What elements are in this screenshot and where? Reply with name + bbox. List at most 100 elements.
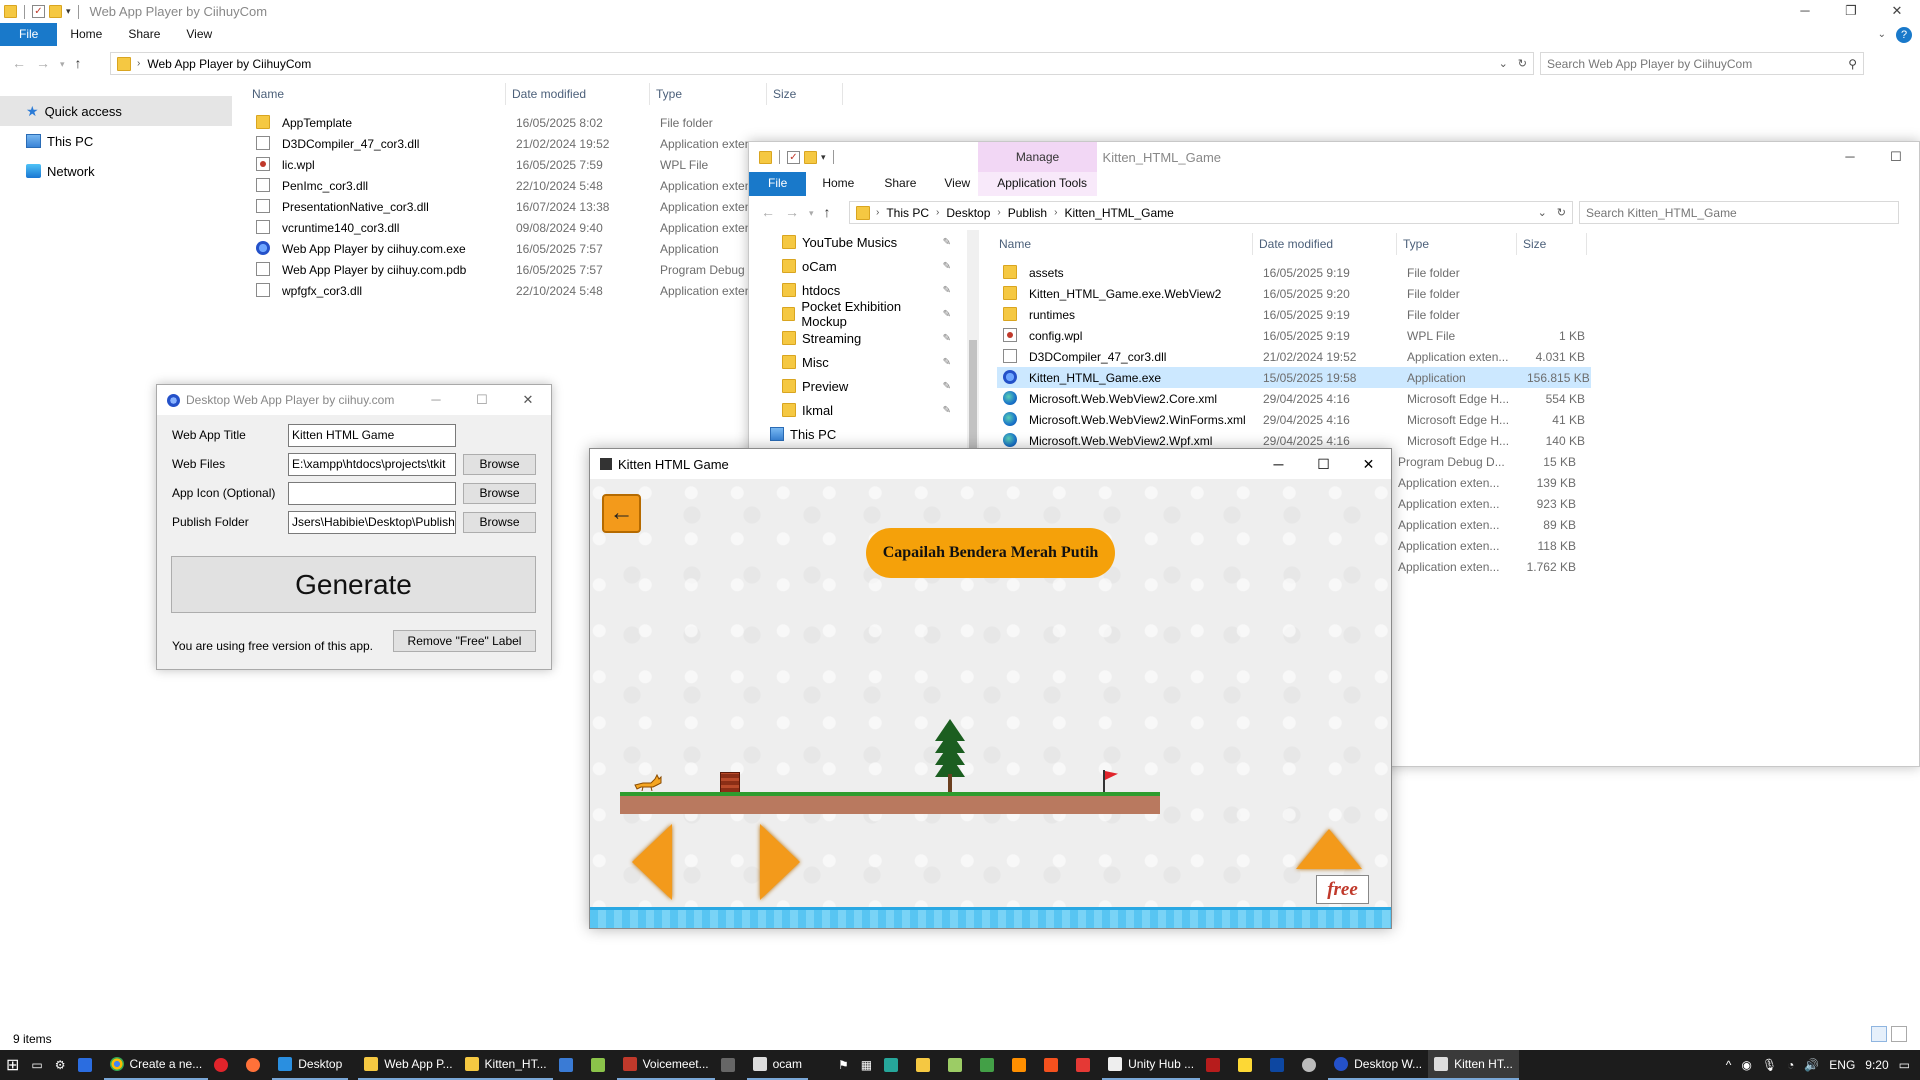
sidebar-item-network[interactable]: Network	[0, 156, 232, 186]
close-icon[interactable]: ✕	[1346, 449, 1391, 479]
close-icon[interactable]: ✕	[1874, 0, 1920, 23]
file-row[interactable]: Microsoft.Web.WebView2.Core.xml 29/04/202…	[997, 388, 1591, 409]
chevron-down-icon[interactable]: ⌄	[1499, 57, 1508, 70]
taskbar-item-kitten-folder[interactable]: Kitten_HT...	[458, 1050, 553, 1080]
search-app-icon[interactable]	[72, 1050, 104, 1080]
refresh-icon[interactable]: ↻	[1557, 206, 1566, 219]
files-icon[interactable]	[910, 1050, 942, 1080]
taskbar-item-ocam[interactable]: ocam	[746, 1050, 808, 1080]
large-icons-view-icon[interactable]	[1891, 1026, 1907, 1042]
file-row[interactable]: Program Debug D... 15 KB	[1392, 451, 1582, 472]
column-type[interactable]: Type	[650, 83, 767, 105]
pin-icon[interactable]: ✎	[943, 285, 951, 296]
jump-arrow-icon[interactable]	[1296, 829, 1362, 869]
photoshop-icon[interactable]	[1264, 1050, 1296, 1080]
tab-application-tools[interactable]: Application Tools	[984, 172, 1100, 196]
pin-icon[interactable]: ✎	[943, 405, 951, 416]
file-row[interactable]: D3DCompiler_47_cor3.dll 21/02/2024 19:52 A…	[997, 346, 1591, 367]
column-date[interactable]: Date modified	[1253, 233, 1397, 255]
recent-icon[interactable]: ▾	[809, 204, 814, 222]
minimize-icon[interactable]: ─	[1256, 449, 1301, 479]
file-row[interactable]: AppTemplate 16/05/2025 8:02 File folder	[250, 112, 847, 133]
column-type[interactable]: Type	[1397, 233, 1517, 255]
column-name[interactable]: Name	[246, 83, 506, 105]
start-windows-icon[interactable]: ⊞	[0, 1050, 25, 1080]
column-size[interactable]: Size	[767, 83, 843, 105]
search-input[interactable]: Search Kitten_HTML_Game	[1586, 206, 1737, 220]
tree-item[interactable]: Misc ✎	[749, 350, 967, 374]
minimize-icon[interactable]: ─	[1782, 0, 1828, 23]
column-name[interactable]: Name	[993, 233, 1253, 255]
maps-pin-icon[interactable]: ⚑	[832, 1050, 855, 1080]
firefox-icon[interactable]	[240, 1050, 272, 1080]
properties-icon[interactable]: ✓	[32, 5, 45, 18]
file-row[interactable]: runtimes 16/05/2025 9:19 File folder	[997, 304, 1591, 325]
file-row[interactable]: Application exten... 139 KB	[1392, 472, 1582, 493]
tree-item[interactable]: Pocket Exhibition Mockup ✎	[749, 299, 967, 329]
tab-file[interactable]: File	[0, 23, 58, 46]
remove-free-label-button[interactable]: Remove "Free" Label	[393, 630, 536, 652]
settings-gear-icon[interactable]: ⚙	[49, 1050, 72, 1080]
properties-icon[interactable]: ✓	[787, 150, 800, 164]
new-folder-icon[interactable]	[49, 5, 62, 18]
scrollbar-thumb[interactable]	[969, 340, 977, 460]
refresh-icon[interactable]: ↻	[1518, 57, 1527, 70]
qat-dropdown-icon[interactable]: ▾	[821, 152, 826, 163]
game-canvas[interactable]: ← Capailah Bendera Merah Putih free	[590, 479, 1391, 928]
app-icon[interactable]	[585, 1050, 617, 1080]
maximize-icon[interactable]: ❐	[1828, 0, 1874, 23]
file-row[interactable]: Application exten... 1.762 KB	[1392, 556, 1582, 577]
tree-item[interactable]: Streaming ✎	[749, 326, 967, 350]
tree-item[interactable]: oCam ✎	[749, 254, 967, 278]
back-icon[interactable]: ←	[761, 204, 775, 222]
move-right-arrow-icon[interactable]	[760, 824, 800, 900]
pin-icon[interactable]: ✎	[943, 309, 951, 320]
tab-share[interactable]: Share	[115, 23, 173, 46]
tab-home[interactable]: Home	[57, 23, 115, 46]
search-box[interactable]: Search Kitten_HTML_Game	[1579, 201, 1899, 224]
file-row[interactable]: config.wpl 16/05/2025 9:19 WPL File 1 KB	[997, 325, 1591, 346]
qat-dropdown-icon[interactable]: ▾	[66, 6, 71, 17]
microphone-icon[interactable]: 🎙	[1762, 1058, 1777, 1072]
file-row[interactable]: Kitten_HTML_Game.exe 15/05/2025 19:58 Appl…	[997, 367, 1591, 388]
tab-share[interactable]: Share	[870, 172, 930, 196]
publish-folder-input[interactable]: Jsers\Habibie\Desktop\Publish	[288, 510, 456, 534]
vscode-icon[interactable]	[553, 1050, 585, 1080]
taskbar-item-chrome[interactable]: Create a ne...	[103, 1050, 209, 1080]
minimize-icon[interactable]: ─	[1827, 142, 1873, 172]
browse-publish-folder-button[interactable]: Browse	[463, 511, 536, 533]
tree-item[interactable]: This PC	[749, 422, 967, 446]
taskbar-item-unity-hub[interactable]: Unity Hub ...	[1102, 1050, 1201, 1080]
back-arrow-icon[interactable]: ←	[602, 494, 641, 533]
file-row[interactable]: Application exten... 118 KB	[1392, 535, 1582, 556]
forward-icon[interactable]: →	[36, 55, 50, 73]
file-row[interactable]: assets 16/05/2025 9:19 File folder	[997, 262, 1591, 283]
tab-home[interactable]: Home	[806, 172, 870, 196]
file-row[interactable]: Microsoft.Web.WebView2.WinForms.xml 29/04…	[997, 409, 1591, 430]
calculator-icon[interactable]	[715, 1050, 747, 1080]
tab-view[interactable]: View	[173, 23, 225, 46]
pycharm-icon[interactable]	[1232, 1050, 1264, 1080]
search-box[interactable]: Search Web App Player by CiihuyCom ⚲	[1540, 52, 1864, 75]
taskbar-item-voicemeeter[interactable]: Voicemeet...	[616, 1050, 715, 1080]
clock[interactable]: 9:20	[1865, 1058, 1888, 1072]
column-date[interactable]: Date modified	[506, 83, 650, 105]
taskbar-item-kitten-game[interactable]: Kitten HT...	[1428, 1050, 1519, 1080]
task-view-icon[interactable]: ▭	[25, 1050, 48, 1080]
pin-icon[interactable]: ✎	[943, 381, 951, 392]
notification-icon[interactable]: ▭	[1899, 1058, 1910, 1072]
taskbar-item-desktop-web-app[interactable]: Desktop W...	[1328, 1050, 1429, 1080]
column-size[interactable]: Size	[1517, 233, 1587, 255]
record-icon[interactable]	[1070, 1050, 1102, 1080]
vlc-icon[interactable]	[1006, 1050, 1038, 1080]
file-row[interactable]: Application exten... 89 KB	[1392, 514, 1582, 535]
new-folder-icon[interactable]	[804, 150, 817, 164]
close-icon[interactable]: ✕	[505, 385, 551, 415]
tool-icon[interactable]	[942, 1050, 974, 1080]
camera-icon[interactable]: ◉	[1741, 1058, 1751, 1072]
pin-icon[interactable]: ✎	[943, 333, 951, 344]
web-files-input[interactable]: E:\xampp\htdocs\projects\tkit	[288, 452, 456, 476]
taskbar-item-web-app-player[interactable]: Web App P...	[358, 1050, 459, 1080]
tree-item[interactable]: Preview ✎	[749, 374, 967, 398]
generate-button[interactable]: Generate	[171, 556, 536, 613]
